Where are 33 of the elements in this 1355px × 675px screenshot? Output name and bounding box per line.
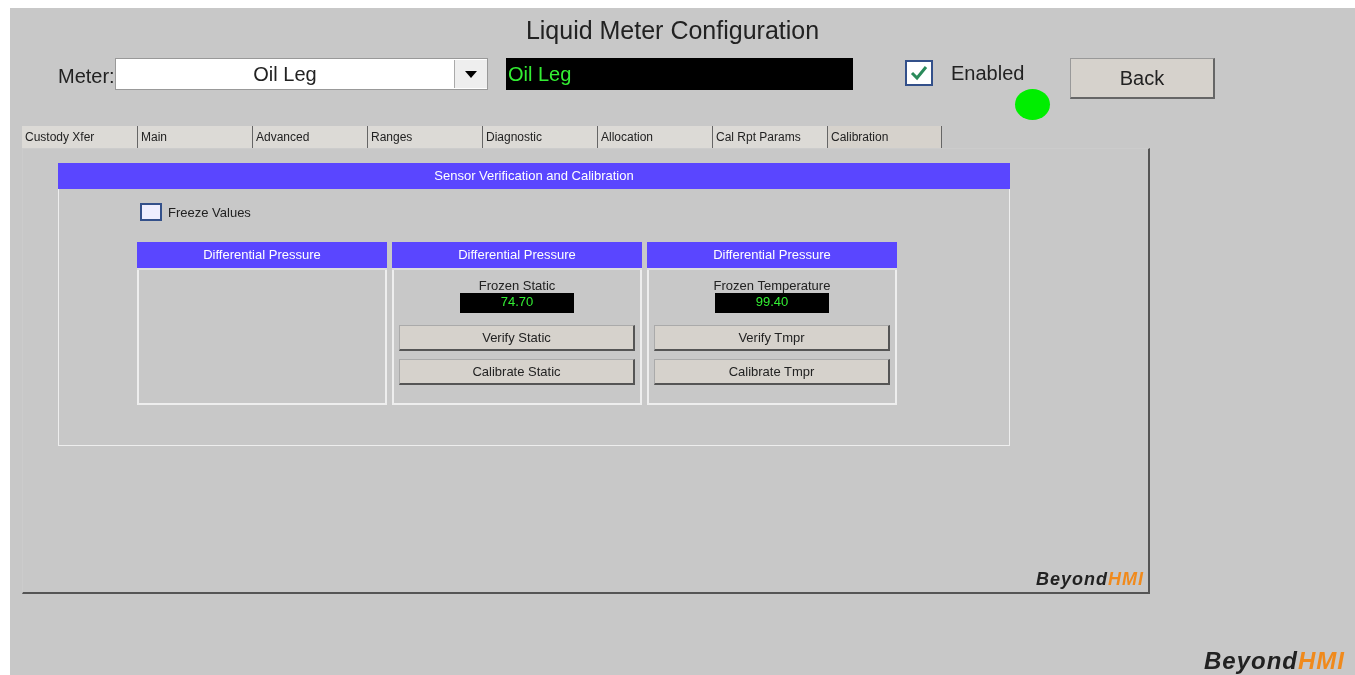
logo: BeyondHMI	[1036, 569, 1144, 590]
caret-icon	[465, 70, 477, 78]
tab[interactable]: Ranges	[367, 126, 482, 148]
freeze-label: Freeze Values	[168, 204, 251, 220]
logo: BeyondHMI	[1204, 649, 1345, 673]
tab[interactable]: Advanced	[252, 126, 367, 148]
window-title: Liquid Meter Configuration	[524, 15, 821, 46]
tab[interactable]: Custody Xfer	[22, 126, 137, 148]
card-header: Differential Pressure	[647, 242, 897, 270]
check-icon	[910, 65, 928, 81]
meter-display: Oil Leg	[506, 58, 853, 90]
freeze-checkbox[interactable]	[140, 203, 162, 221]
tab[interactable]: Allocation	[597, 126, 712, 148]
enabled-checkbox[interactable]	[905, 60, 933, 86]
reading-label: Frozen Temperature	[713, 278, 831, 293]
back-button[interactable]: Back	[1070, 58, 1215, 99]
tab[interactable]: Diagnostic	[482, 126, 597, 148]
action-button[interactable]: Verify Static	[399, 325, 635, 351]
action-button[interactable]: Calibrate Static	[399, 359, 635, 385]
meter-label: Meter:	[58, 65, 115, 88]
meter-dropdown[interactable]: Oil Leg	[115, 58, 488, 90]
card-header: Differential Pressure	[137, 242, 387, 270]
section-header: Sensor Verification and Calibration	[58, 163, 1010, 189]
tab[interactable]: Cal Rpt Params	[712, 126, 827, 148]
action-button[interactable]: Calibrate Tmpr	[654, 359, 890, 385]
enabled-label: Enabled	[951, 61, 1025, 85]
reading-label: Frozen Static	[478, 278, 556, 293]
reading-value: 74.70	[460, 293, 574, 313]
tab[interactable]: Main	[137, 126, 252, 148]
action-button[interactable]: Verify Tmpr	[654, 325, 890, 351]
reading-value: 99.40	[715, 293, 829, 313]
tab[interactable]: Calibration	[827, 126, 942, 148]
card-header: Differential Pressure	[392, 242, 642, 270]
